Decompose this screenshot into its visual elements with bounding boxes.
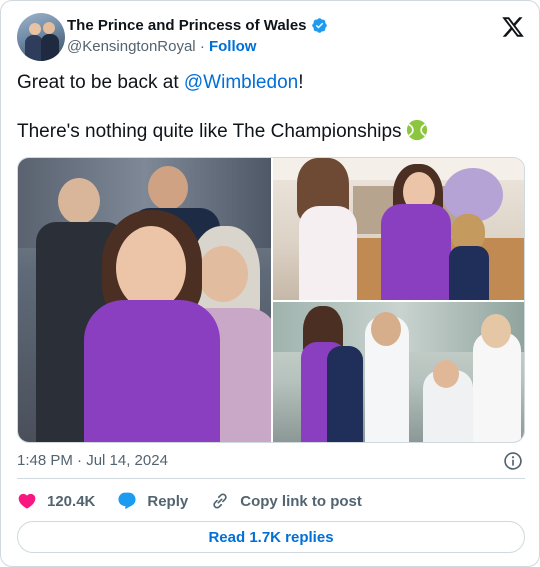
tweet-actions: 120.4K Reply Copy link to post	[17, 489, 384, 513]
avatar-face	[43, 22, 55, 34]
tweet-line-2: There's nothing quite like The Champions…	[17, 119, 525, 144]
tweet-media-grid[interactable]	[17, 157, 525, 443]
reply-label: Reply	[147, 492, 189, 510]
copy-link-button[interactable]: Copy link to post	[210, 491, 362, 511]
follow-link[interactable]: Follow	[209, 38, 257, 55]
handle-separator: ·	[199, 38, 205, 55]
author-handle[interactable]: @KensingtonRoyal	[67, 38, 196, 55]
author-handle-row: @KensingtonRoyal · Follow	[67, 38, 256, 55]
avatar-face	[29, 23, 41, 35]
photo-crowd-stands[interactable]	[18, 158, 271, 442]
link-icon	[213, 493, 227, 509]
like-button[interactable]: 120.4K	[17, 491, 95, 511]
avatar[interactable]	[17, 13, 65, 61]
copy-link-label: Copy link to post	[240, 492, 362, 510]
author-name-row[interactable]: The Prince and Princess of Wales	[67, 17, 328, 34]
tweet-line-1: Great to be back at @Wimbledon!	[17, 71, 525, 95]
read-replies-button[interactable]: Read 1.7K replies	[17, 521, 525, 553]
embedded-tweet-card: The Prince and Princess of Wales @Kensin…	[0, 0, 540, 567]
tweet-timestamp[interactable]: 1:48 PM · Jul 14, 2024	[17, 452, 168, 469]
reply-bubble-icon	[118, 492, 136, 510]
tweet-header: The Prince and Princess of Wales @Kensin…	[17, 13, 525, 61]
photo-player-meeting[interactable]	[273, 302, 524, 442]
verified-badge-icon	[311, 18, 327, 33]
avatar-figure	[41, 34, 59, 61]
tweet-line-2-text: There's nothing quite like The Champions…	[17, 121, 402, 142]
heart-icon	[18, 493, 36, 509]
tweet-text-suffix: !	[298, 72, 304, 93]
photo-ball-girl-greeting[interactable]	[273, 158, 524, 300]
tweet-text-prefix: Great to be back at	[17, 72, 184, 93]
divider	[17, 478, 525, 479]
author-display-name[interactable]: The Prince and Princess of Wales	[67, 17, 307, 34]
reply-button[interactable]: Reply	[117, 491, 188, 511]
like-count: 120.4K	[47, 492, 96, 510]
tweet-text: Great to be back at @Wimbledon! There's …	[17, 71, 525, 144]
tennis-ball-emoji	[406, 119, 427, 141]
x-logo-icon[interactable]	[501, 15, 525, 39]
mention-link[interactable]: @Wimbledon	[184, 72, 298, 93]
info-icon[interactable]	[503, 451, 523, 471]
